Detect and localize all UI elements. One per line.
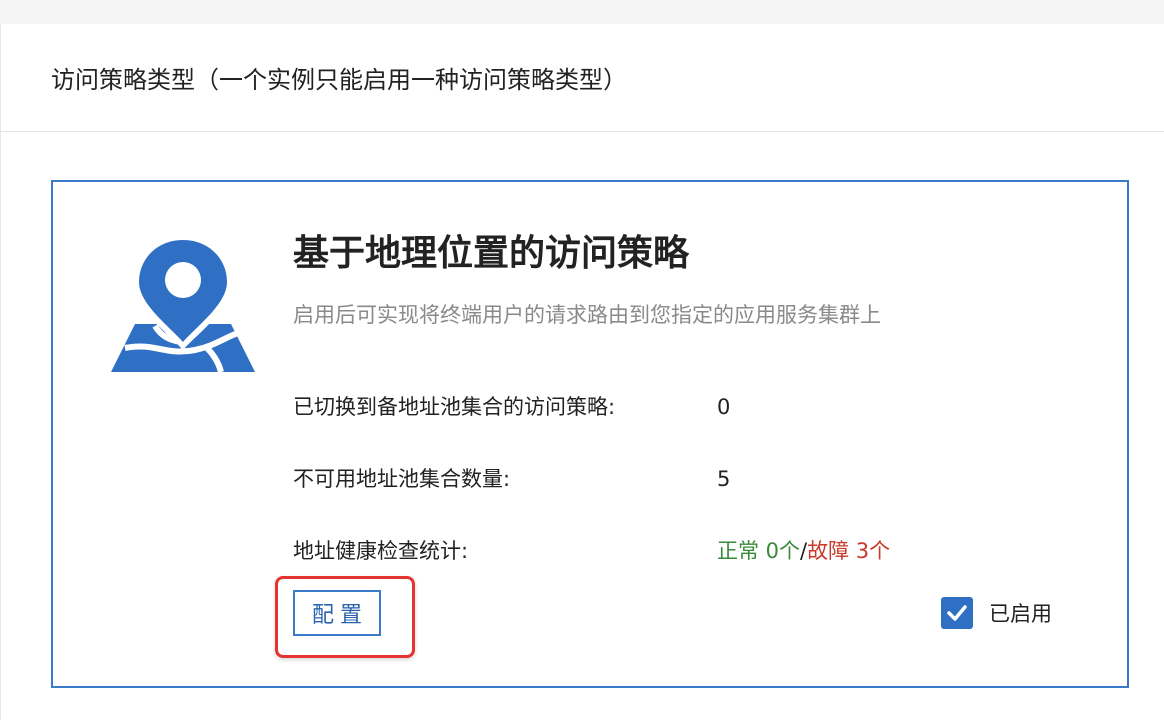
enabled-label: 已启用 xyxy=(989,602,1052,626)
section-title: 访问策略类型（一个实例只能启用一种访问策略类型） xyxy=(51,66,627,94)
policy-panel: 访问策略类型（一个实例只能启用一种访问策略类型） 基于地理位置的访问策略 启用后… xyxy=(0,24,1164,720)
stat-value: 0 xyxy=(717,395,731,419)
stat-value: 5 xyxy=(717,467,731,491)
enabled-toggle[interactable]: 已启用 xyxy=(941,596,1052,630)
top-strip xyxy=(0,0,1164,25)
geo-policy-card: 基于地理位置的访问策略 启用后可实现将终端用户的请求路由到您指定的应用服务集群上… xyxy=(51,180,1129,688)
health-summary: 正常 0个/故障 3个 xyxy=(717,536,890,566)
stat-row-switched-policies: 已切换到备地址池集合的访问策略: 0 xyxy=(293,392,1053,422)
stat-label: 地址健康检查统计: xyxy=(293,539,469,563)
stat-row-health-check: 地址健康检查统计: 正常 0个/故障 3个 xyxy=(293,536,1053,566)
config-button[interactable]: 配置 xyxy=(293,590,381,636)
panel-header: 访问策略类型（一个实例只能启用一种访问策略类型） xyxy=(1,24,1164,132)
stat-label: 不可用地址池集合数量: xyxy=(293,467,511,491)
map-pin-icon xyxy=(111,234,255,372)
checkmark-icon xyxy=(947,605,967,621)
enabled-checkbox[interactable] xyxy=(941,597,973,629)
stat-label: 已切换到备地址池集合的访问策略: xyxy=(293,395,616,419)
health-fail-count: 故障 3个 xyxy=(807,539,891,563)
stat-row-unavailable-pools: 不可用地址池集合数量: 5 xyxy=(293,464,1053,494)
health-ok-count: 正常 0个 xyxy=(717,539,801,563)
card-title: 基于地理位置的访问策略 xyxy=(293,233,690,274)
card-description: 启用后可实现将终端用户的请求路由到您指定的应用服务集群上 xyxy=(293,303,881,327)
